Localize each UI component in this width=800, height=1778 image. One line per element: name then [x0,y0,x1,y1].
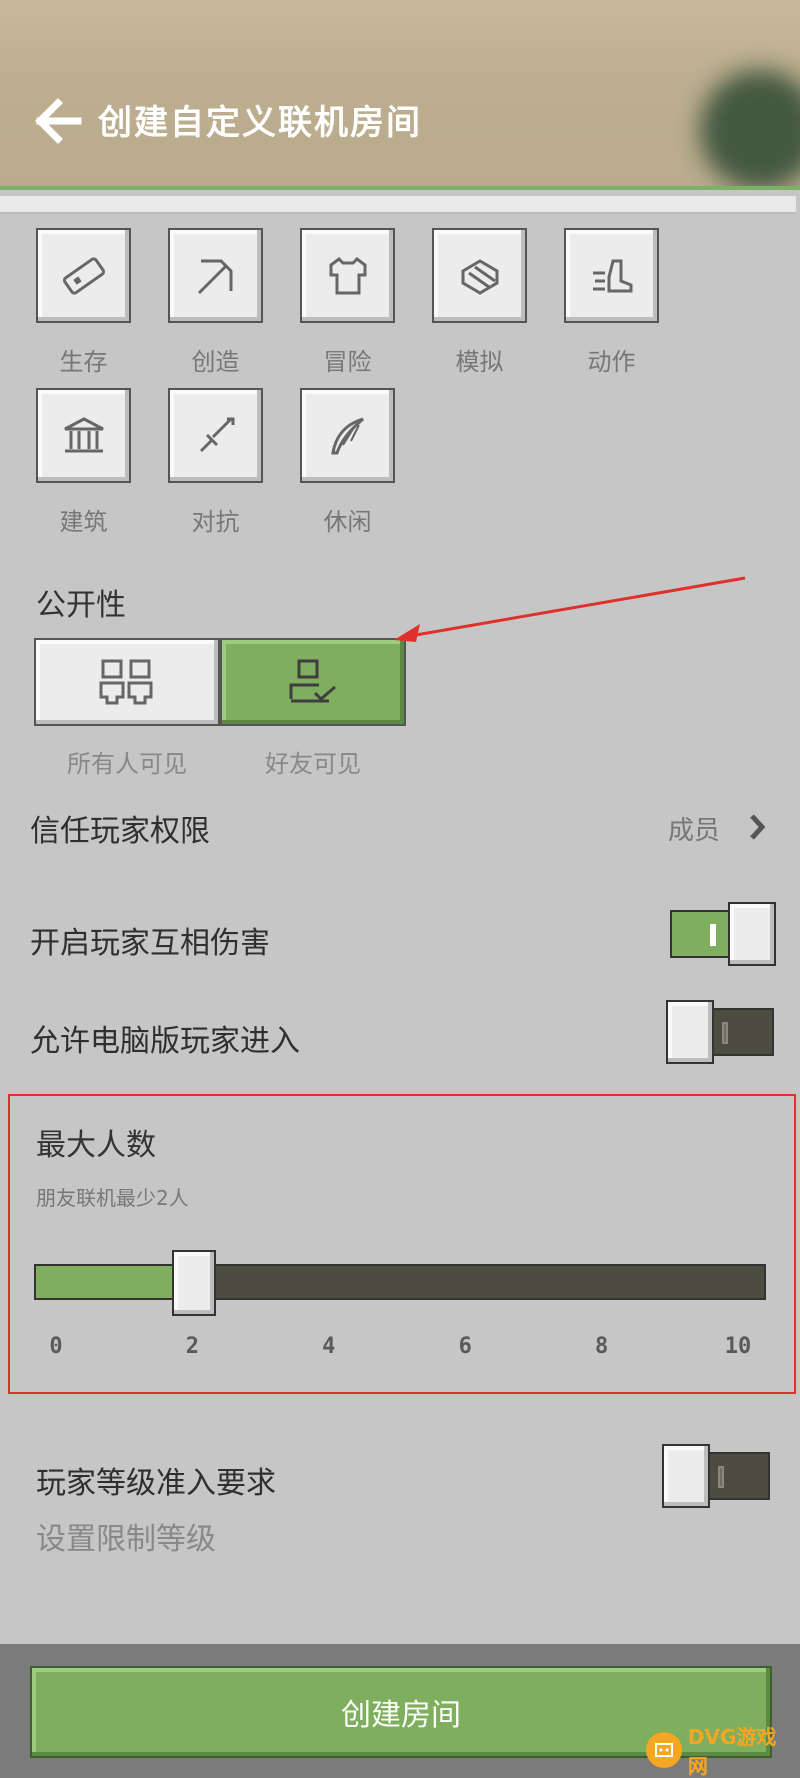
visibility-everyone-button[interactable] [34,638,220,726]
cube-icon [461,258,498,295]
slider-tick-label: 2 [185,1334,200,1359]
watermark: DVG游戏网 [646,1725,796,1778]
group-icon [99,659,153,705]
pvp-label: 开启玩家互相伤害 [30,926,270,961]
slider-tick-label: 0 [49,1334,63,1359]
category-casual-button[interactable] [300,388,395,483]
pc-players-label: 允许电脑版玩家进入 [30,1024,300,1059]
level-requirement-sublabel: 设置限制等级 [36,1522,216,1557]
scrollbar[interactable] [0,196,796,214]
toggle-knob[interactable] [666,1000,714,1064]
feather-icon [330,417,364,454]
category-label: 休闲 [323,508,372,536]
shirt-icon [329,256,366,294]
category-label: 冒险 [323,348,372,376]
max-players-slider-fill [34,1264,193,1300]
tag-icon [62,256,105,295]
category-label: 模拟 [455,348,504,376]
pickaxe-icon [197,259,232,294]
visibility-friends-button[interactable] [220,638,406,726]
watermark-logo-icon [646,1732,682,1768]
slider-tick-label: 6 [458,1334,472,1359]
category-label: 建筑 [59,508,108,536]
header-bar [0,0,800,190]
visibility-title: 公开性 [36,588,126,623]
category-building-button[interactable] [36,388,131,483]
max-players-hint: 朋友联机最少2人 [36,1186,189,1210]
level-requirement-toggle[interactable] [662,1444,770,1508]
toggle-on-mark [710,924,716,946]
watermark-text: DVG游戏网 [687,1725,777,1778]
max-players-slider-thumb[interactable] [172,1250,217,1316]
category-label: 创造 [191,348,240,376]
category-survival-button[interactable] [36,228,131,323]
header-divider [0,186,800,190]
visibility-friends-label: 好友可见 [265,750,361,778]
slider-tick-label: 4 [322,1334,336,1359]
trust-permission-label: 信任玩家权限 [30,814,210,849]
friend-check-icon [289,659,336,703]
background-blur [700,70,800,190]
chevron-right-icon[interactable] [748,812,768,842]
category-label: 对抗 [191,508,240,536]
category-simulation-button[interactable] [432,228,527,323]
boot-icon [592,259,632,292]
category-adventure-button[interactable] [300,228,395,323]
toggle-off-mark [722,1022,728,1044]
annotation-arrow [394,576,746,642]
category-creative-button[interactable] [168,228,263,323]
temple-icon [63,416,104,452]
toggle-off-mark [718,1466,724,1488]
category-label: 动作 [587,348,636,376]
visibility-everyone-label: 所有人可见 [67,750,187,778]
pc-players-toggle[interactable] [666,1000,774,1064]
level-requirement-label: 玩家等级准入要求 [36,1466,276,1501]
toggle-knob[interactable] [662,1444,710,1508]
toggle-knob[interactable] [728,902,776,966]
back-arrow-icon[interactable] [32,96,82,146]
slider-tick-label: 10 [724,1334,752,1359]
category-action-button[interactable] [564,228,659,323]
max-players-title: 最大人数 [36,1128,156,1163]
slider-tick-label: 8 [594,1334,609,1359]
pvp-toggle[interactable] [666,902,776,966]
page-title: 创建自定义联机房间 [98,103,422,143]
trust-permission-value[interactable]: 成员 [668,810,720,847]
sword-icon [199,417,234,452]
category-label: 生存 [59,348,108,376]
category-pvp-button[interactable] [168,388,263,483]
